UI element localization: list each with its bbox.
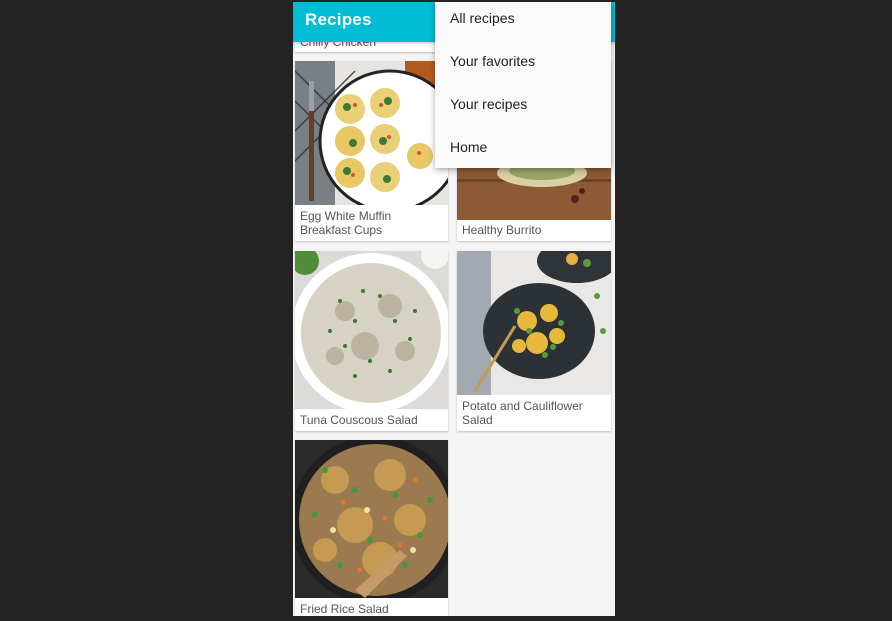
menu-item-label: All recipes (450, 10, 515, 26)
recipe-image (295, 61, 448, 205)
menu-item-your-favorites[interactable]: Your favorites (435, 45, 611, 88)
recipe-title: Egg White Muffin Breakfast Cups (300, 209, 392, 237)
recipe-card-egg-white-muffin[interactable]: Egg White Muffin Breakfast Cups (295, 61, 448, 241)
menu-item-home[interactable]: Home (435, 131, 611, 174)
recipe-title: Potato and Cauliflower Salad (462, 399, 583, 427)
recipe-title: Tuna Couscous Salad (300, 413, 418, 427)
app-screen: Chilly Chicken Egg White Muffin Breakfas… (293, 2, 615, 616)
menu-item-label: Home (450, 139, 488, 155)
menu-item-your-recipes[interactable]: Your recipes (435, 88, 611, 131)
menu-item-all-recipes[interactable]: All recipes (435, 2, 611, 45)
recipe-card-potato-cauliflower-salad[interactable]: Potato and Cauliflower Salad (457, 251, 611, 431)
menu-item-label: Your favorites (450, 53, 536, 69)
page-title: Recipes (305, 10, 372, 29)
recipe-card-fried-rice-salad[interactable]: Fried Rice Salad (295, 440, 448, 616)
recipe-image (295, 440, 448, 598)
overflow-menu: All recipes Your favorites Your recipes … (435, 2, 611, 168)
recipe-title: Healthy Burrito (462, 223, 542, 237)
recipe-image (457, 251, 611, 395)
recipe-title: Fried Rice Salad (300, 602, 389, 616)
menu-item-label: Your recipes (450, 96, 528, 112)
recipe-card-tuna-couscous-salad[interactable]: Tuna Couscous Salad (295, 251, 448, 431)
recipe-image (295, 251, 448, 409)
